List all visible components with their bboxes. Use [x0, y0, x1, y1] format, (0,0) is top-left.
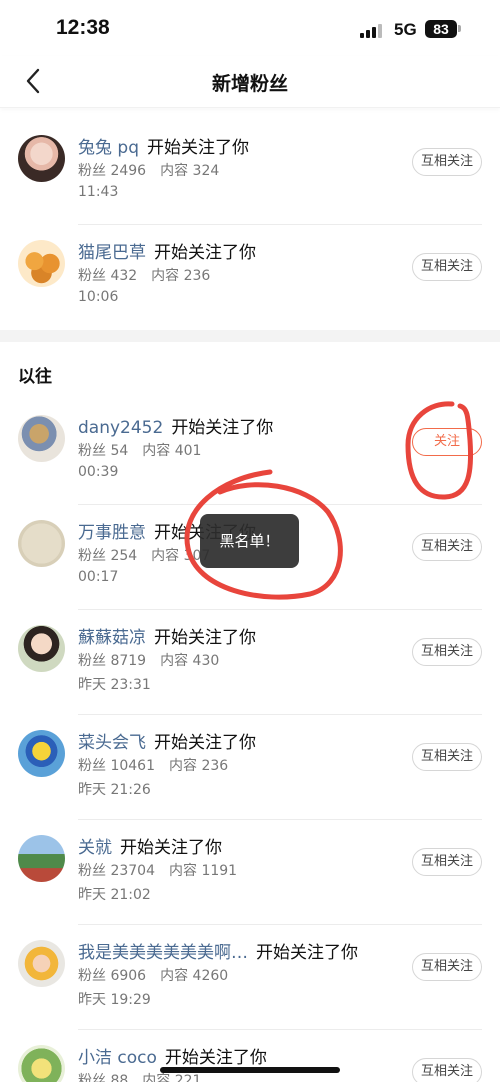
follow-button[interactable]: 关注 — [412, 428, 482, 456]
network-label: 5G — [394, 20, 417, 39]
list-item[interactable]: 小洁 coco 开始关注了你 粉丝 88 内容 221 互相关注 — [0, 1030, 500, 1082]
username[interactable]: 万事胜意 — [78, 523, 146, 543]
follow-action-text: 开始关注了你 — [171, 418, 274, 438]
mutual-follow-button[interactable]: 互相关注 — [412, 533, 482, 561]
fans-count: 粉丝 432 — [78, 268, 138, 284]
content-count: 内容 236 — [151, 268, 211, 284]
username[interactable]: 蘇蘇菇凉 — [78, 628, 146, 648]
fans-count: 粉丝 8719 — [78, 653, 147, 669]
follow-action-text: 开始关注了你 — [164, 1048, 267, 1068]
fans-count: 粉丝 23704 — [78, 863, 155, 879]
follow-action-text: 开始关注了你 — [147, 138, 249, 158]
page-title: 新增粉丝 — [211, 73, 288, 95]
status-time: 12:38 — [56, 16, 110, 39]
list-item[interactable]: 我是美美美美美美啊… 开始关注了你 粉丝 6906 内容 4260 昨天 19:29… — [0, 925, 500, 1030]
fans-count: 粉丝 10461 — [78, 758, 155, 774]
timestamp: 昨天 21:02 — [78, 887, 151, 903]
content-count: 内容 401 — [142, 443, 202, 459]
follow-action-text: 开始关注了你 — [154, 733, 256, 753]
avatar[interactable] — [18, 520, 65, 567]
content-count: 内容 236 — [169, 758, 229, 774]
username[interactable]: 猫尾巴草 — [78, 243, 146, 263]
timestamp: 昨天 21:26 — [78, 782, 151, 798]
list-item[interactable]: 菜头会飞 开始关注了你 粉丝 10461 内容 236 昨天 21:26 互相关注 — [0, 715, 500, 820]
avatar[interactable] — [18, 625, 65, 672]
list-item[interactable]: 蘇蘇菇凉 开始关注了你 粉丝 8719 内容 430 昨天 23:31 互相关注 — [0, 610, 500, 715]
timestamp: 昨天 23:31 — [78, 677, 151, 693]
timestamp: 昨天 19:29 — [78, 992, 151, 1008]
content-count: 内容 324 — [160, 163, 220, 179]
battery-icon: 83 — [425, 20, 457, 38]
follow-action-text: 开始关注了你 — [256, 943, 358, 963]
avatar[interactable] — [18, 135, 65, 182]
section-gap — [0, 330, 500, 342]
mutual-follow-button[interactable]: 互相关注 — [412, 148, 482, 176]
battery-tip — [458, 25, 461, 32]
follow-action-text: 开始关注了你 — [154, 628, 256, 648]
mutual-follow-button[interactable]: 互相关注 — [412, 953, 482, 981]
list-item[interactable]: 兔兔 pq 开始关注了你 粉丝 2496 内容 324 11:43 互相关注 — [0, 120, 500, 225]
signal-icon — [360, 24, 384, 38]
username[interactable]: 菜头会飞 — [78, 733, 146, 753]
username[interactable]: 兔兔 pq — [78, 138, 139, 158]
past-followers-list: dany2452 开始关注了你 粉丝 54 内容 401 00:39 关注 万事胜意… — [0, 400, 500, 1082]
timestamp: 10:06 — [78, 289, 119, 305]
list-item[interactable]: dany2452 开始关注了你 粉丝 54 内容 401 00:39 关注 — [0, 400, 500, 505]
list-item[interactable]: 猫尾巴草 开始关注了你 粉丝 432 内容 236 10:06 互相关注 — [0, 225, 500, 330]
username[interactable]: 小洁 coco — [78, 1048, 157, 1068]
fans-count: 粉丝 88 — [78, 1073, 129, 1082]
follow-action-text: 开始关注了你 — [120, 838, 222, 858]
content-count: 内容 430 — [160, 653, 220, 669]
fans-count: 粉丝 2496 — [78, 163, 147, 179]
avatar[interactable] — [18, 940, 65, 987]
username[interactable]: 我是美美美美美美啊… — [78, 943, 248, 963]
nav-bar: 新增粉丝 — [0, 56, 500, 108]
content-count: 内容 221 — [142, 1073, 202, 1082]
toast-message: 黑名单！ — [200, 514, 299, 568]
fans-count: 粉丝 6906 — [78, 968, 147, 984]
list-item[interactable]: 关就 开始关注了你 粉丝 23704 内容 1191 昨天 21:02 互相关注 — [0, 820, 500, 925]
timestamp: 00:39 — [78, 464, 119, 480]
avatar[interactable] — [18, 730, 65, 777]
mutual-follow-button[interactable]: 互相关注 — [412, 638, 482, 666]
home-indicator[interactable] — [160, 1067, 340, 1073]
avatar[interactable] — [18, 1045, 65, 1082]
content-count: 内容 1191 — [169, 863, 238, 879]
timestamp: 00:17 — [78, 569, 119, 585]
status-bar: 12:38 5G 83 — [0, 0, 500, 56]
mutual-follow-button[interactable]: 互相关注 — [412, 1058, 482, 1082]
fans-count: 粉丝 54 — [78, 443, 129, 459]
username[interactable]: 关就 — [78, 838, 112, 858]
avatar[interactable] — [18, 415, 65, 462]
timestamp: 11:43 — [78, 184, 119, 200]
avatar[interactable] — [18, 835, 65, 882]
recent-followers-list: 兔兔 pq 开始关注了你 粉丝 2496 内容 324 11:43 互相关注 猫尾巴… — [0, 120, 500, 330]
mutual-follow-button[interactable]: 互相关注 — [412, 848, 482, 876]
content-count: 内容 4260 — [160, 968, 229, 984]
follow-action-text: 开始关注了你 — [154, 243, 256, 263]
username[interactable]: dany2452 — [78, 418, 163, 438]
avatar[interactable] — [18, 240, 65, 287]
fans-count: 粉丝 254 — [78, 548, 138, 564]
mutual-follow-button[interactable]: 互相关注 — [412, 743, 482, 771]
mutual-follow-button[interactable]: 互相关注 — [412, 253, 482, 281]
section-title-past: 以往 — [18, 367, 52, 387]
